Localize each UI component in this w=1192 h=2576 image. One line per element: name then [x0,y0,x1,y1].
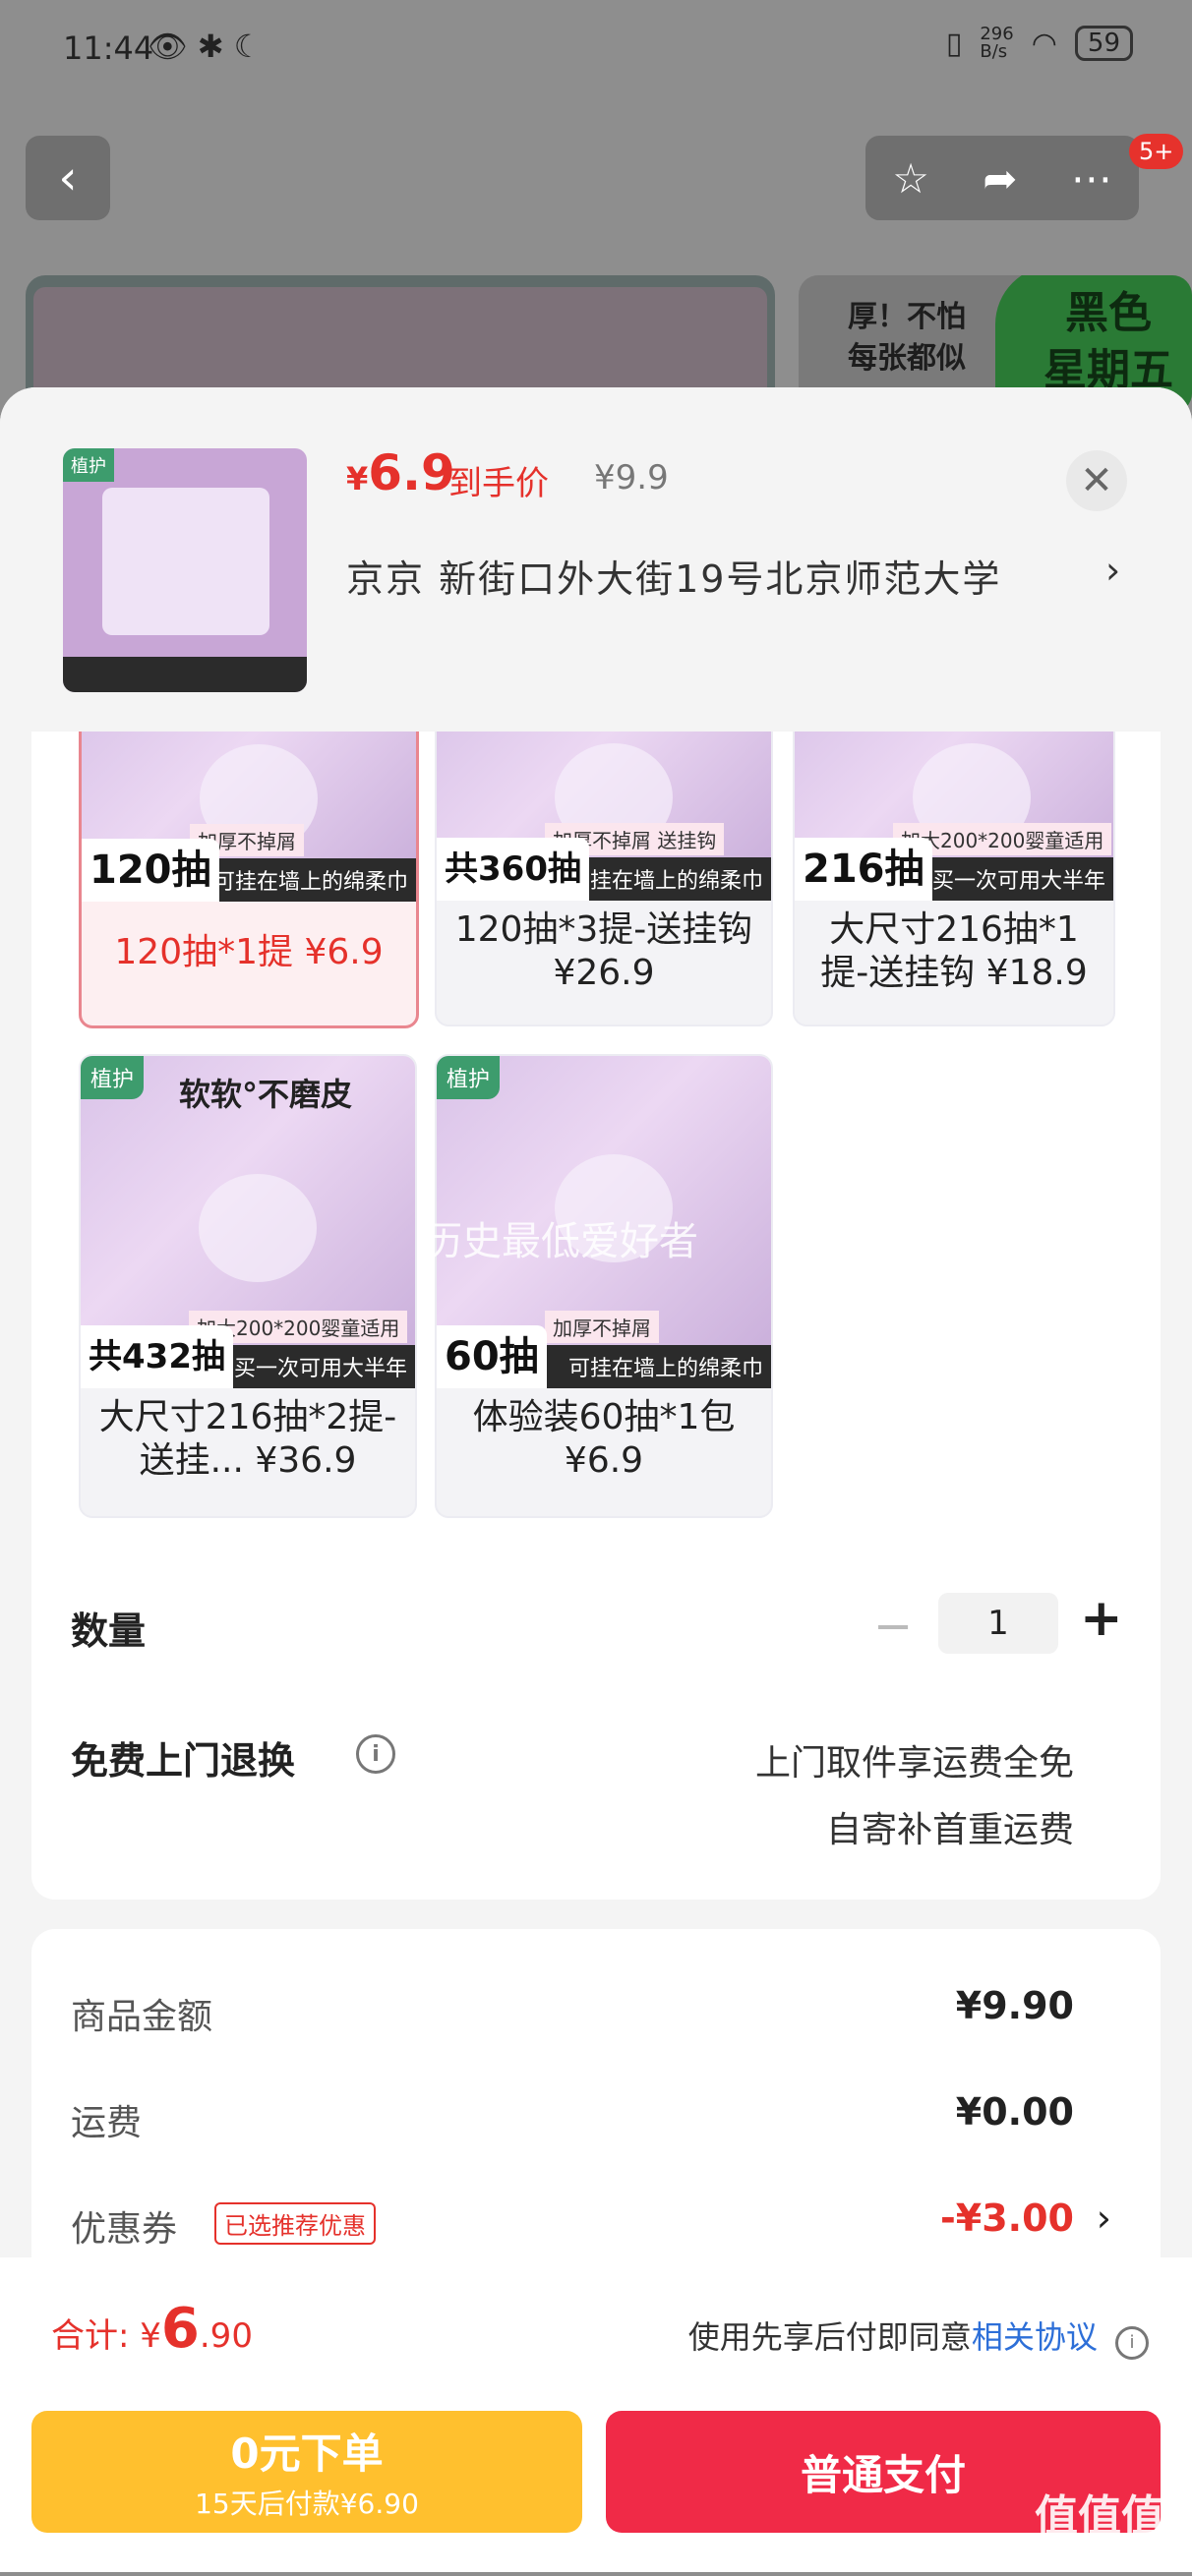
option-count: 60抽 [437,1325,547,1388]
quantity-plus-button[interactable]: + [1080,1589,1123,1648]
chevron-right-icon: › [1105,549,1123,592]
sku-option[interactable]: 加厚不掉屑 120抽 可挂在墙上的绵柔巾 120抽*1提 ¥6.9 [79,682,419,1028]
returns-line1: 上门取件享运费全免 [754,1743,1074,1784]
brand-logo: 植护 [81,1056,145,1099]
delivery-address[interactable]: 京京 新街口外大街19号北京师范大学 › [346,549,1133,603]
option-count: 120抽 [82,839,219,902]
option-count: 共360抽 [437,838,589,901]
chevron-left-icon: ‹ [58,150,78,205]
returns-line2: 自寄补首重运费 [825,1810,1074,1850]
site-watermark-logo: 值值值 zhizhizhi.com [1035,2491,1164,2567]
option-label: 大尺寸216抽*2提-送挂... ¥36.9 [98,1397,397,1481]
options-card: 加厚不掉屑 120抽 可挂在墙上的绵柔巾 120抽*1提 ¥6.9 加厚不掉屑 送… [31,682,1161,1900]
sku-option[interactable]: 加大200*200婴童适用 216抽 买一次可用大半年 大尺寸216抽*1提-送挂… [793,682,1115,1026]
option-count: 共432抽 [81,1325,233,1388]
sku-option[interactable]: 植护 加厚不掉屑 60抽 可挂在墙上的绵柔巾 体验装60抽*1包 ¥6.9 [435,1054,773,1518]
to-hand-label: 到手价 [448,464,549,503]
pay-later-button[interactable]: 0元下单 15天后付款¥6.90 [31,2411,582,2533]
agreement-text: 使用先享后付即同意相关协议 i [688,2313,1149,2360]
share-icon[interactable]: ➦ [983,154,1017,203]
option-band-text: 可挂在墙上的绵柔巾 [212,870,408,895]
vibrate-icon: ▯ [945,26,963,61]
message-badge: 5+ [1129,134,1184,169]
status-right: ▯ 296 B/s ◠ 59 [946,26,1133,61]
sku-option[interactable]: 植护 软软°不磨皮 加大200*200婴童适用 共432抽 买一次可用大半年 大尺… [79,1054,417,1518]
promo-text: 厚！不怕 每张都似 [848,300,966,376]
info-icon[interactable]: i [1115,2326,1149,2360]
current-price: ¥6.9 [346,444,455,501]
chevron-right-icon[interactable]: › [1097,2196,1111,2240]
total-amount: 合计: ¥6.90 [51,2297,253,2361]
status-time: 11:44 [63,29,154,67]
close-icon: ✕ [1080,458,1113,503]
coupon-value[interactable]: -¥3.00 [940,2196,1074,2240]
option-band-text: 买一次可用大半年 [931,869,1105,894]
star-icon[interactable]: ☆ [892,154,929,203]
address-text: 京京 新街口外大街19号北京师范大学 [346,557,1002,601]
more-icon[interactable]: ⋯ [1071,154,1112,203]
back-button[interactable]: ‹ [26,136,110,220]
agreement-link[interactable]: 相关协议 [972,2318,1098,2356]
option-count: 216抽 [795,838,932,901]
coupon-tag: 已选推荐优惠 [214,2202,376,2245]
watermark-text: 历史最低爱好者 [423,1219,698,1264]
wifi-icon: ◠ [1031,26,1057,61]
option-label: 大尺寸216抽*1提-送挂钩 ¥18.9 [820,909,1088,993]
option-band-text: 可挂在墙上的绵柔巾 [567,1357,763,1381]
coupon-label: 优惠券 [71,2209,178,2250]
shipping-label: 运费 [71,2103,143,2143]
pay-later-title: 0元下单 [230,2430,384,2478]
battery-indicator: 59 [1074,26,1133,61]
info-icon[interactable]: i [356,1734,395,1774]
original-price: ¥9.9 [594,458,669,498]
option-tag: 加厚不掉屑 [545,1311,659,1343]
close-button[interactable]: ✕ [1066,450,1127,511]
option-label: 120抽*1提 ¥6.9 [114,932,384,972]
option-band-text: 买一次可用大半年 [233,1357,407,1381]
network-speed: 296 B/s [980,24,1014,62]
status-left-icons: 👁 ✱ ☾ [148,28,263,65]
status-bar: 11:44 👁 ✱ ☾ ▯ 296 B/s ◠ 59 [0,0,1192,98]
product-thumbnail[interactable]: 植护 [63,448,307,692]
option-band-text: 可挂在墙上的绵柔巾 [567,869,763,894]
goods-amount-label: 商品金额 [71,1997,213,2037]
brand-logo: 植护 [437,1056,501,1099]
shipping-value: ¥0.00 [955,2090,1074,2134]
sku-option[interactable]: 加厚不掉屑 送挂钩 共360抽 可挂在墙上的绵柔巾 120抽*3提-送挂钩 ¥26… [435,682,773,1026]
option-label: 120抽*3提-送挂钩 ¥26.9 [454,909,753,993]
quantity-label: 数量 [71,1610,147,1653]
option-headline: 软软°不磨皮 [179,1076,353,1113]
goods-amount-value: ¥9.90 [955,1984,1074,2027]
quantity-input[interactable]: 1 [938,1593,1058,1654]
pay-later-subtitle: 15天后付款¥6.90 [195,2488,419,2520]
returns-label: 免费上门退换 [71,1739,296,1783]
quantity-minus-button[interactable]: − [873,1599,913,1654]
top-action-group: ☆ ➦ ⋯ [865,136,1139,220]
option-label: 体验装60抽*1包 ¥6.9 [472,1397,736,1481]
